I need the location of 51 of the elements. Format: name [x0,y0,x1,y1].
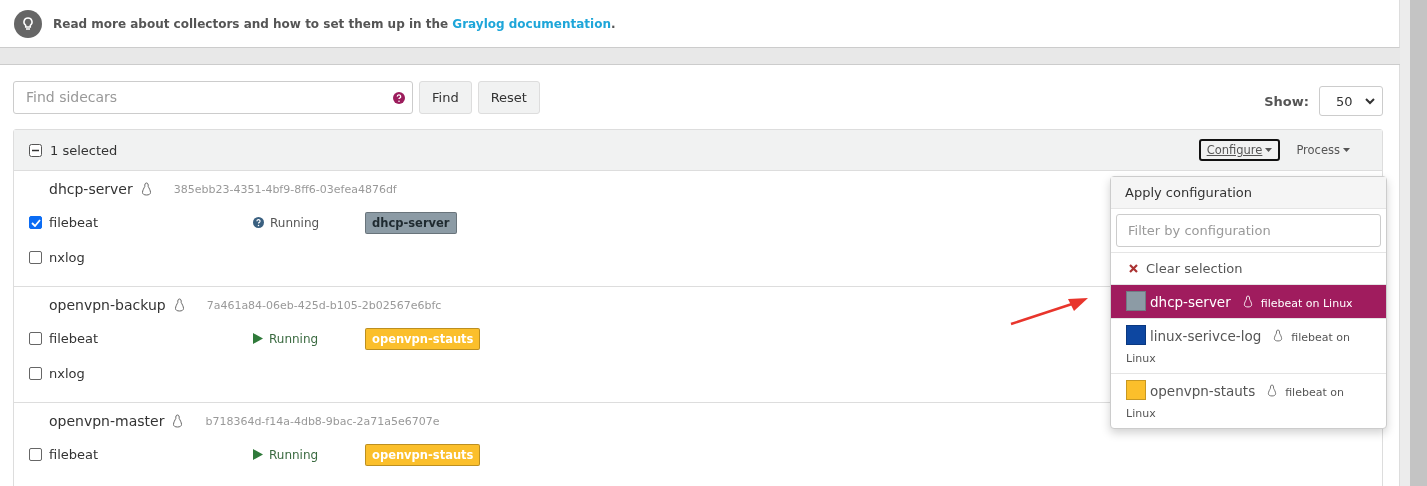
select-all-checkbox[interactable] [29,143,42,157]
sidecar-id: 7a461a84-06eb-425d-b105-2b02567e6bfc [206,298,442,312]
configuration-tag: dhcp-server [365,211,457,234]
reset-button[interactable]: Reset [477,80,540,114]
filter-field[interactable]: Filter by configuration [1116,214,1381,247]
penguin-icon [140,182,152,196]
collector-checkbox[interactable] [29,367,42,380]
collector-name: nxlog [49,250,86,265]
caret-icon [1343,148,1350,152]
penguin-icon [172,414,184,428]
penguin-icon [1273,329,1284,342]
menu-title: Apply configuration [1111,177,1386,209]
status-text: Running [270,215,320,230]
scrollbar[interactable] [1400,0,1427,486]
close-icon [1129,264,1138,273]
configuration-option[interactable]: dhcp-server filebeat on Linux [1111,284,1386,318]
caret-icon [1265,148,1273,152]
collector-name: filebeat [49,331,100,346]
lightbulb-icon [14,9,42,38]
configuration-option[interactable]: openvpn-stauts filebeat on Linux [1111,373,1386,428]
collector-checkbox[interactable] [29,332,42,345]
configuration-tag: openvpn-stauts [365,443,481,466]
sidecar-name: dhcp-server [49,181,133,197]
collector-checkbox[interactable] [29,251,42,264]
page-size-select[interactable]: 50 [1319,86,1383,116]
configuration-tag: openvpn-stauts [365,327,481,350]
info-text: Read more about collectors and how to set them up in the Graylog documentation. [53,16,616,31]
show-label: Show: [1264,93,1309,109]
collector-checkbox[interactable] [29,216,42,229]
help-icon[interactable] [393,91,405,104]
penguin-icon [1267,384,1278,397]
search-field[interactable]: Find sidecars [13,80,413,114]
selection-count: 1 selected [50,142,118,158]
status-text: Running [269,331,319,346]
collector-name: nxlog [49,366,86,381]
process-dropdown[interactable]: Process [1288,139,1358,161]
penguin-icon [173,298,185,312]
collector-name: filebeat [49,215,100,230]
collector-name: filebeat [49,447,100,462]
clear-selection-item[interactable]: Clear selection [1111,253,1386,284]
collector-checkbox[interactable] [29,448,42,461]
chevron-icon [1365,97,1375,105]
configure-dropdown[interactable]: Configure [1198,139,1281,161]
find-button[interactable]: Find [419,80,472,114]
sidecar-id: 385ebb23-4351-4bf9-8ff6-03efea4876df [173,182,397,196]
configuration-option[interactable]: linux-serivce-log filebeat on Linux [1111,318,1386,373]
penguin-icon [1242,295,1253,308]
sidecar-name: openvpn-backup [49,297,166,313]
sidecar-id: b718364d-f14a-4db8-9bac-2a71a5e6707e [205,414,440,428]
status-text: Running [269,447,319,462]
sidecar-name: openvpn-master [49,413,165,429]
